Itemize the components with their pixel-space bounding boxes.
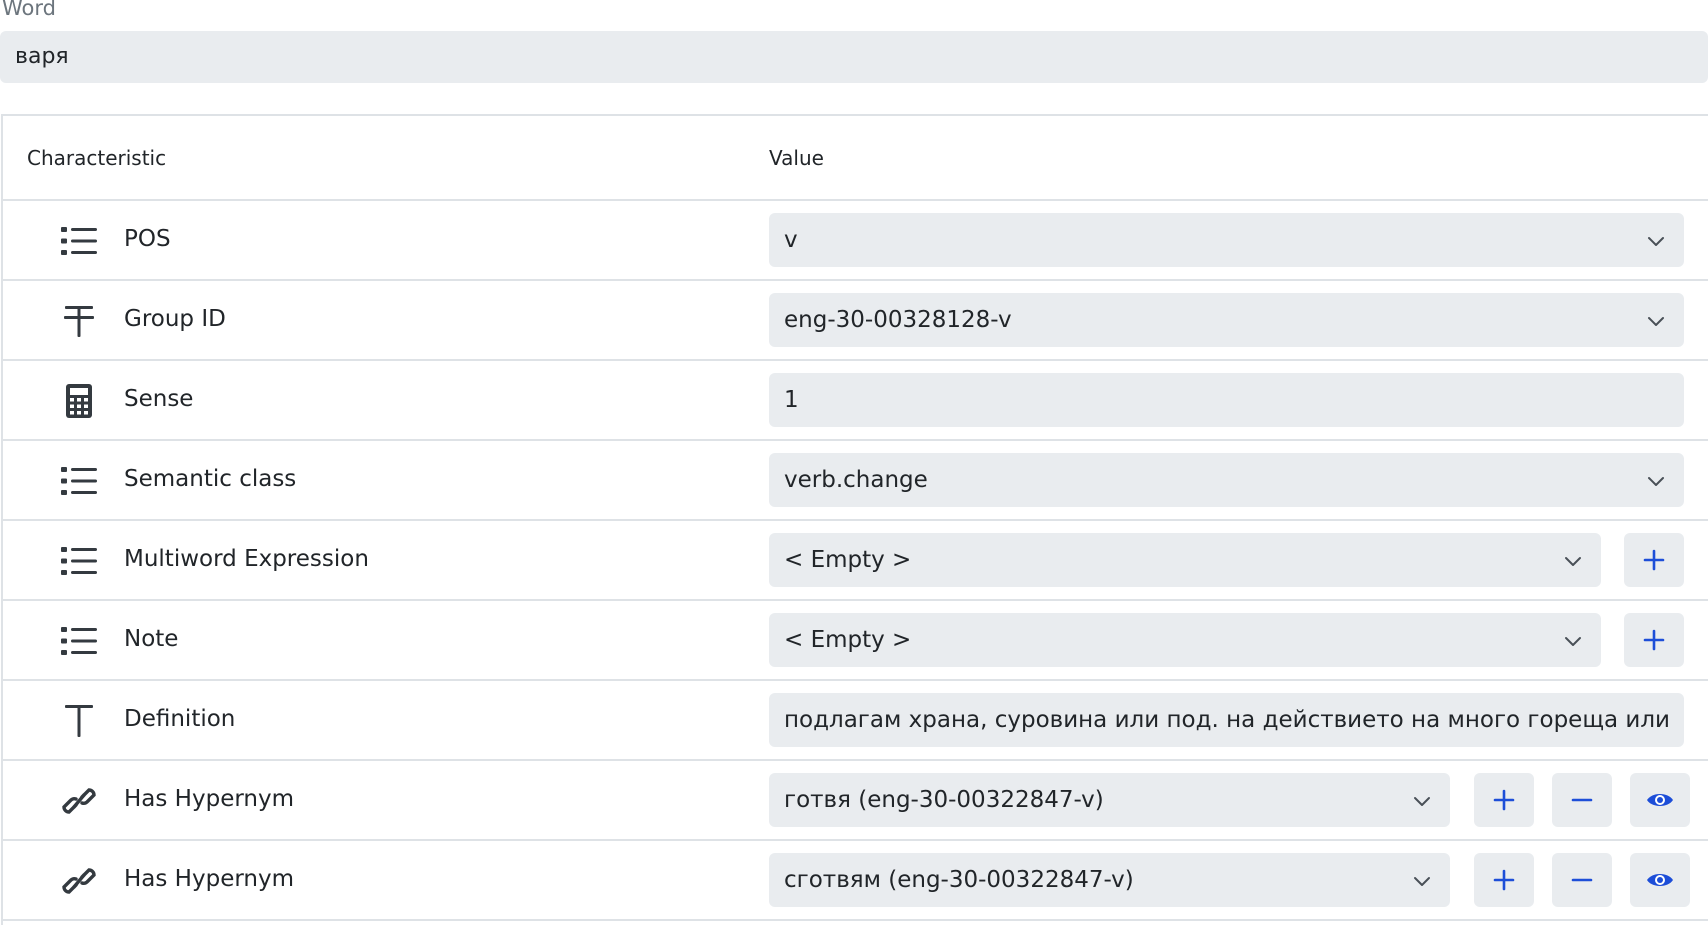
header-value: Value	[769, 146, 824, 170]
word-input[interactable]: варя	[0, 31, 1708, 83]
row-label-definition: Definition	[124, 706, 236, 732]
minus-icon	[1571, 798, 1593, 802]
view-hypernym-button[interactable]	[1630, 773, 1690, 827]
semantic-class-select[interactable]: verb.change	[769, 453, 1684, 507]
row-label-note: Note	[124, 626, 179, 652]
row-label-multiword-expression: Multiword Expression	[124, 546, 369, 572]
pos-select-value: v	[784, 227, 798, 253]
hypernym-select-value: сготвям (eng-30-00322847-v)	[784, 867, 1134, 893]
row-label-semantic-class: Semantic class	[124, 466, 297, 492]
definition-input-value: подлагам храна, суровина или под. на дей…	[784, 707, 1669, 733]
note-select[interactable]: < Empty >	[769, 613, 1601, 667]
plus-icon	[1493, 869, 1515, 891]
view-hypernym-button[interactable]	[1630, 853, 1690, 907]
multiword-expression-select[interactable]: < Empty >	[769, 533, 1601, 587]
text-strike-icon	[59, 301, 99, 341]
add-note-button[interactable]	[1624, 613, 1684, 667]
group-id-select-value: eng-30-00328128-v	[784, 307, 1012, 333]
row-label-has-hypernym: Has Hypernym	[124, 786, 294, 812]
multiword-expression-select-value: < Empty >	[784, 547, 912, 573]
table-row: Note < Empty >	[3, 601, 1708, 681]
characteristics-table: Characteristic Value POS v Group ID eng-…	[1, 114, 1708, 925]
plus-icon	[1493, 789, 1515, 811]
hypernym-select-value: готвя (eng-30-00322847-v)	[784, 787, 1104, 813]
link-icon	[59, 861, 99, 901]
calculator-icon	[59, 381, 99, 421]
table-row: Sense 1	[3, 361, 1708, 441]
chevron-down-icon	[1565, 557, 1581, 566]
text-icon	[59, 701, 99, 741]
table-row: Group ID eng-30-00328128-v	[3, 281, 1708, 361]
add-multiword-expression-button[interactable]	[1624, 533, 1684, 587]
remove-hypernym-button[interactable]	[1552, 773, 1612, 827]
list-icon	[59, 221, 99, 261]
table-row: Has Hypernym готвя (eng-30-00322847-v)	[3, 761, 1708, 841]
list-icon	[59, 621, 99, 661]
table-row: Multiword Expression < Empty >	[3, 521, 1708, 601]
row-label-group-id: Group ID	[124, 306, 226, 332]
link-icon	[59, 781, 99, 821]
list-icon	[59, 541, 99, 581]
row-label-has-hypernym: Has Hypernym	[124, 866, 294, 892]
list-icon	[59, 461, 99, 501]
header-characteristic: Characteristic	[27, 146, 167, 170]
hypernym-select[interactable]: готвя (eng-30-00322847-v)	[769, 773, 1450, 827]
row-label-pos: POS	[124, 226, 171, 252]
chevron-down-icon	[1648, 477, 1664, 486]
note-select-value: < Empty >	[784, 627, 912, 653]
semantic-class-select-value: verb.change	[784, 467, 928, 493]
row-label-sense: Sense	[124, 386, 194, 412]
table-row: Definition подлагам храна, суровина или …	[3, 681, 1708, 761]
table-header: Characteristic Value	[3, 116, 1708, 201]
chevron-down-icon	[1648, 317, 1664, 326]
hypernym-select[interactable]: сготвям (eng-30-00322847-v)	[769, 853, 1450, 907]
definition-input[interactable]: подлагам храна, суровина или под. на дей…	[769, 693, 1684, 747]
table-row: Has Hypernym сготвям (eng-30-00322847-v)	[3, 841, 1708, 921]
chevron-down-icon	[1565, 637, 1581, 646]
add-hypernym-button[interactable]	[1474, 773, 1534, 827]
chevron-down-icon	[1648, 237, 1664, 246]
table-row: POS v	[3, 201, 1708, 281]
eye-icon	[1647, 794, 1673, 806]
group-id-select[interactable]: eng-30-00328128-v	[769, 293, 1684, 347]
pos-select[interactable]: v	[769, 213, 1684, 267]
plus-icon	[1643, 629, 1665, 651]
plus-icon	[1643, 549, 1665, 571]
sense-input-value: 1	[784, 387, 799, 413]
sense-input[interactable]: 1	[769, 373, 1684, 427]
table-row: Semantic class verb.change	[3, 441, 1708, 521]
chevron-down-icon	[1414, 877, 1430, 886]
add-hypernym-button[interactable]	[1474, 853, 1534, 907]
remove-hypernym-button[interactable]	[1552, 853, 1612, 907]
minus-icon	[1571, 878, 1593, 882]
chevron-down-icon	[1414, 797, 1430, 806]
word-field-label: Word	[2, 0, 56, 20]
eye-icon	[1647, 874, 1673, 886]
